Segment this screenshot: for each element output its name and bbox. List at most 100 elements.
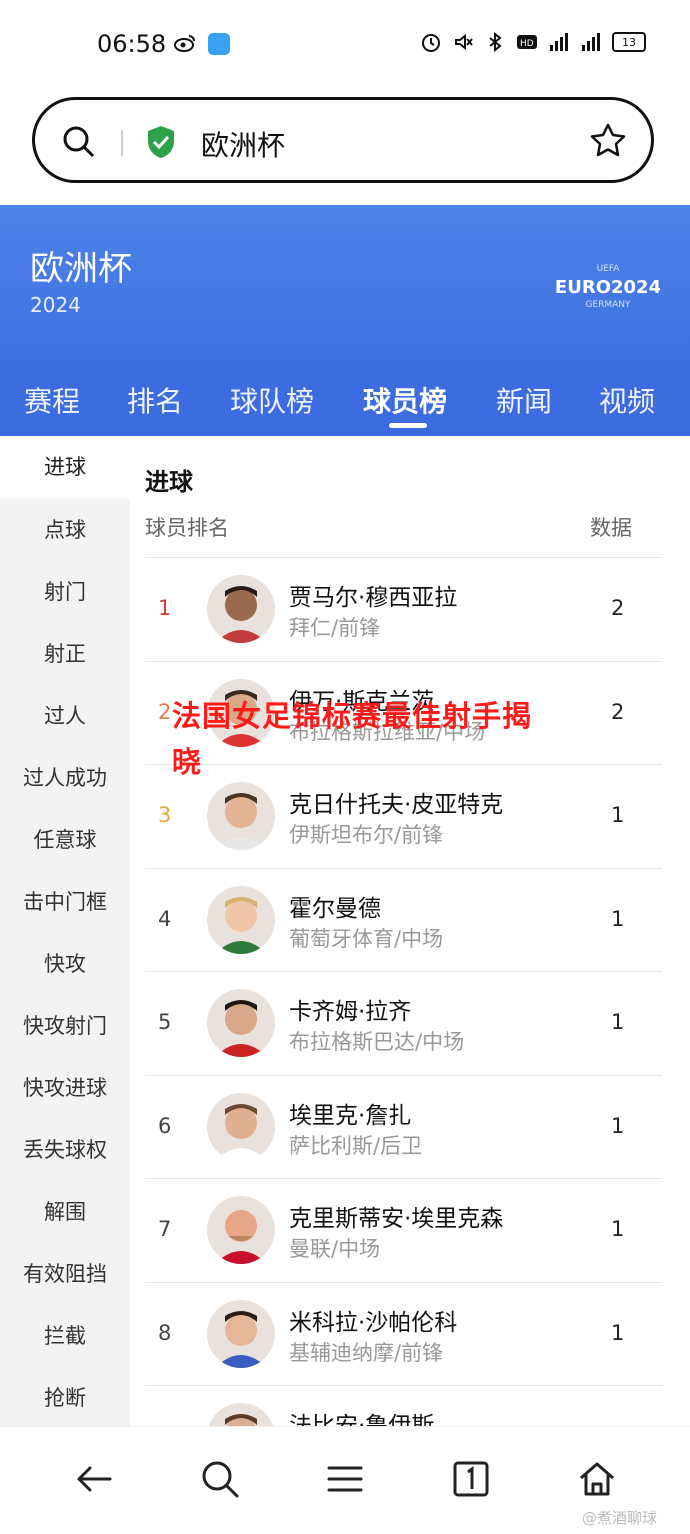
- category-counter-shots[interactable]: 快攻射门: [0, 1010, 130, 1040]
- stat-value: 2: [611, 700, 625, 724]
- category-tackles[interactable]: 抢断: [0, 1382, 130, 1412]
- divider: [121, 130, 123, 156]
- category-interceptions[interactable]: 拦截: [0, 1320, 130, 1350]
- signal-5g-icon: [550, 33, 568, 51]
- tab-player-board[interactable]: 球员榜: [363, 380, 447, 420]
- category-successful-dribbles[interactable]: 过人成功: [0, 762, 130, 792]
- player-row[interactable]: 法比安·鲁伊斯: [145, 1386, 662, 1426]
- stat-value: 1: [611, 907, 625, 931]
- category-counter-attacks[interactable]: 快攻: [0, 948, 130, 978]
- status-icons: HD 13: [420, 31, 646, 53]
- tab-bar: 赛程 排名 球队榜 球员榜 新闻 视频: [0, 360, 690, 436]
- search-query[interactable]: 欧洲杯: [201, 124, 285, 164]
- player-name: 埃里克·詹扎: [289, 1103, 412, 1129]
- stat-value: 1: [611, 803, 625, 827]
- page-title: 欧洲杯: [30, 249, 132, 289]
- player-row[interactable]: 5 卡齐姆·拉齐 布拉格斯巴达/中场 1: [145, 972, 662, 1075]
- status-bar: 06:58 HD 13: [0, 0, 690, 90]
- player-row[interactable]: 6 埃里克·詹扎 萨比利斯/后卫 1: [145, 1076, 662, 1179]
- section-title: 进球: [145, 468, 193, 496]
- player-avatar: [207, 575, 275, 643]
- player-row[interactable]: 8 米科拉·沙帕伦科 基辅迪纳摩/前锋 1: [145, 1283, 662, 1386]
- category-blocks[interactable]: 有效阻挡: [0, 1258, 130, 1288]
- player-avatar: [207, 1196, 275, 1264]
- player-team: 布拉格斯巴达/中场: [289, 1030, 465, 1054]
- category-shots[interactable]: 射门: [0, 576, 130, 606]
- rank-number: 7: [158, 1217, 172, 1241]
- season-year: 2024: [30, 293, 81, 317]
- category-woodwork[interactable]: 击中门框: [0, 886, 130, 916]
- rank-number: 4: [158, 907, 172, 931]
- player-name: 法比安·鲁伊斯: [289, 1413, 435, 1426]
- category-shots-on-target[interactable]: 射正: [0, 638, 130, 668]
- menu-icon[interactable]: [325, 1459, 365, 1499]
- category-clearances[interactable]: 解围: [0, 1196, 130, 1226]
- stat-category-menu: 进球 点球 射门 射正 过人 过人成功 任意球 击中门框 快攻 快攻射门 快攻进…: [0, 436, 130, 1426]
- tab-news[interactable]: 新闻: [496, 380, 552, 420]
- column-header-rank: 球员排名: [145, 516, 229, 540]
- player-name: 克里斯蒂安·埃里克森: [289, 1206, 504, 1232]
- player-team: 伊斯坦布尔/前锋: [289, 823, 444, 847]
- rank-number: 1: [158, 596, 172, 620]
- watermark: @煮酒聊球: [582, 1509, 658, 1527]
- column-header-data: 数据: [590, 516, 632, 540]
- player-team: 萨比利斯/后卫: [289, 1134, 423, 1158]
- player-avatar: [207, 1093, 275, 1161]
- alarm-icon: [422, 34, 440, 52]
- shield-icon: [148, 126, 174, 158]
- tab-rankings[interactable]: 排名: [127, 380, 183, 420]
- player-row[interactable]: 1 贾马尔·穆西亚拉 拜仁/前锋 2: [145, 558, 662, 661]
- player-team: 曼联/中场: [289, 1237, 381, 1261]
- player-avatar: [207, 782, 275, 850]
- clock: 06:58: [97, 30, 167, 58]
- bookmark-star-icon[interactable]: [589, 122, 627, 160]
- stat-value: 2: [611, 596, 625, 620]
- player-row[interactable]: 4 霍尔曼德 葡萄牙体育/中场 1: [145, 869, 662, 972]
- rank-number: 8: [158, 1321, 172, 1345]
- player-team: 葡萄牙体育/中场: [289, 927, 444, 951]
- player-name: 卡齐姆·拉齐: [289, 999, 412, 1025]
- back-arrow-icon[interactable]: [74, 1459, 114, 1499]
- player-name: 霍尔曼德: [289, 896, 381, 922]
- svg-text:EURO2024: EURO2024: [556, 277, 660, 298]
- weather-app-icon: [208, 33, 230, 55]
- category-counter-goals[interactable]: 快攻进球: [0, 1072, 130, 1102]
- category-goals[interactable]: 进球: [0, 436, 130, 498]
- player-name: 克日什托夫·皮亚特克: [289, 792, 504, 818]
- player-row[interactable]: 7 克里斯蒂安·埃里克森 曼联/中场 1: [145, 1179, 662, 1282]
- category-penalties[interactable]: 点球: [0, 514, 130, 544]
- address-search-bar[interactable]: 欧洲杯: [32, 97, 654, 183]
- svg-text:UEFA: UEFA: [597, 264, 621, 274]
- tab-videos[interactable]: 视频: [599, 380, 655, 420]
- home-icon[interactable]: [577, 1459, 617, 1499]
- tabs-count-icon[interactable]: [451, 1459, 491, 1499]
- player-avatar: [207, 886, 275, 954]
- svg-text:HD: HD: [520, 39, 534, 49]
- tab-schedule[interactable]: 赛程: [24, 380, 80, 420]
- stat-value: 1: [611, 1321, 625, 1345]
- rank-number: 6: [158, 1114, 172, 1138]
- rank-number: 5: [158, 1010, 172, 1034]
- rank-number: 3: [158, 803, 172, 827]
- category-possession-lost[interactable]: 丢失球权: [0, 1134, 130, 1164]
- category-dribbles[interactable]: 过人: [0, 700, 130, 730]
- player-avatar: [207, 1403, 275, 1426]
- signal-2g-icon: [582, 33, 600, 51]
- tournament-header: 欧洲杯 2024 UEFA EURO2024 GERMANY: [0, 205, 690, 360]
- tab-team-board[interactable]: 球队榜: [230, 380, 314, 420]
- bluetooth-icon: [489, 31, 502, 53]
- search-icon[interactable]: [61, 124, 97, 160]
- player-team: 基辅迪纳摩/前锋: [289, 1341, 444, 1365]
- bottom-nav-bar: @煮酒聊球: [0, 1426, 690, 1534]
- stat-value: 1: [611, 1217, 625, 1241]
- stat-value: 1: [611, 1010, 625, 1034]
- search-icon[interactable]: [200, 1459, 240, 1499]
- player-avatar: [207, 1300, 275, 1368]
- player-name: 贾马尔·穆西亚拉: [289, 585, 458, 611]
- player-name: 米科拉·沙帕伦科: [289, 1310, 458, 1336]
- svg-text:GERMANY: GERMANY: [585, 300, 631, 310]
- overlay-caption: 法国女足锦标赛最佳射手揭晓: [172, 699, 533, 779]
- active-tab-indicator: [389, 423, 427, 428]
- category-free-kicks[interactable]: 任意球: [0, 824, 130, 854]
- mute-icon: [455, 33, 473, 51]
